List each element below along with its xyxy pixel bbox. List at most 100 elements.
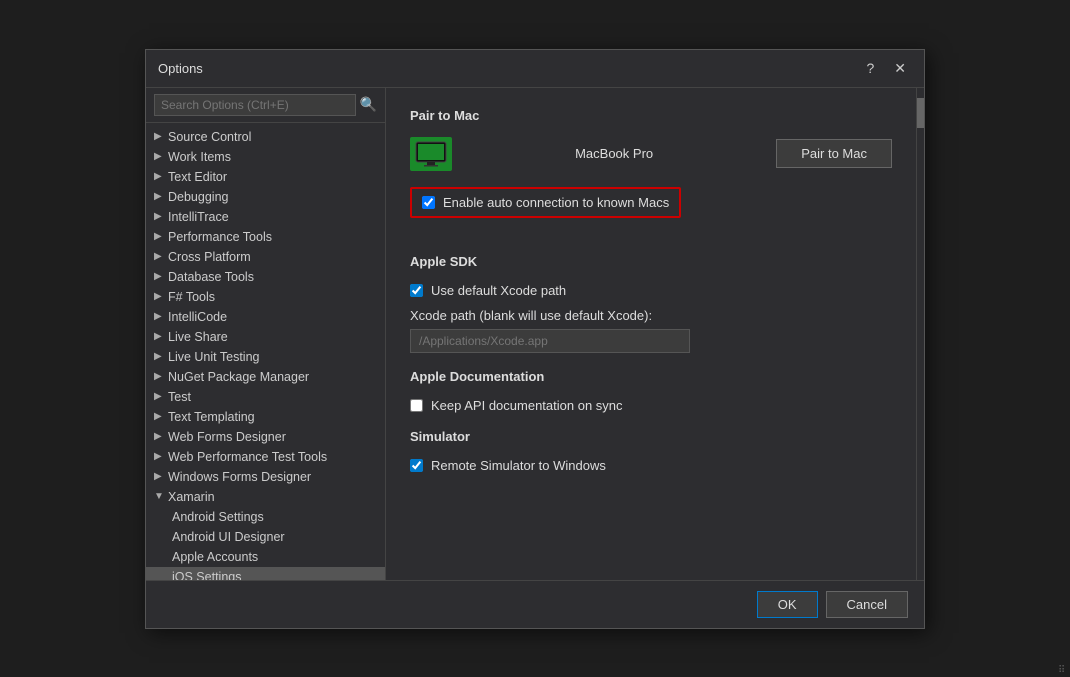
tree-arrow-icon: ▶ [154, 251, 164, 262]
sidebar-item-test[interactable]: ▶ Test [146, 387, 385, 407]
tree-arrow-icon: ▶ [154, 391, 164, 402]
tree-arrow-icon: ▶ [154, 311, 164, 322]
tree-arrow-icon: ▶ [154, 451, 164, 462]
tree-arrow-icon: ▶ [154, 271, 164, 282]
sidebar-item-text-editor[interactable]: ▶ Text Editor [146, 167, 385, 187]
search-bar: 🔍 [146, 88, 385, 123]
mac-name: MacBook Pro [468, 146, 760, 161]
pair-to-mac-button[interactable]: Pair to Mac [776, 139, 892, 168]
sidebar-item-label: Test [168, 390, 191, 404]
tree-arrow-icon: ▶ [154, 191, 164, 202]
sidebar-item-intellitrace[interactable]: ▶ IntelliTrace [146, 207, 385, 227]
scrollbar-thumb [917, 98, 924, 128]
sidebar-item-label: Xamarin [168, 490, 215, 504]
right-scrollbar[interactable] [916, 88, 924, 580]
sidebar-item-label: Cross Platform [168, 250, 251, 264]
sidebar-item-xamarin[interactable]: ▼ Xamarin [146, 487, 385, 507]
sidebar-item-label: Web Performance Test Tools [168, 450, 327, 464]
title-bar: Options ? ✕ [146, 50, 924, 88]
sidebar-item-web-performance-test-tools[interactable]: ▶ Web Performance Test Tools [146, 447, 385, 467]
title-bar-controls: ? ✕ [860, 58, 912, 79]
sidebar-item-live-share[interactable]: ▶ Live Share [146, 327, 385, 347]
sidebar-item-label: Work Items [168, 150, 231, 164]
resize-handle[interactable]: ⠿ [1058, 665, 1070, 677]
tree-arrow-icon: ▶ [154, 411, 164, 422]
cancel-button[interactable]: Cancel [826, 591, 908, 618]
sidebar-item-label: Text Templating [168, 410, 255, 424]
sidebar-item-ios-settings[interactable]: iOS Settings [146, 567, 385, 580]
sidebar-item-label: Performance Tools [168, 230, 272, 244]
sidebar-item-apple-accounts[interactable]: Apple Accounts [146, 547, 385, 567]
dialog-footer: OK Cancel ⠿ [146, 580, 924, 628]
sidebar-item-database-tools[interactable]: ▶ Database Tools [146, 267, 385, 287]
sidebar-item-label: iOS Settings [172, 570, 241, 580]
sidebar-item-label: Apple Accounts [172, 550, 258, 564]
tree-arrow-icon: ▶ [154, 231, 164, 242]
mac-row: MacBook Pro Pair to Mac [410, 137, 892, 171]
help-button[interactable]: ? [860, 58, 880, 78]
search-input[interactable] [154, 94, 356, 116]
ok-button[interactable]: OK [757, 591, 818, 618]
sidebar-item-android-ui-designer[interactable]: Android UI Designer [146, 527, 385, 547]
apple-docs-title: Apple Documentation [410, 369, 892, 384]
sidebar-item-android-settings[interactable]: Android Settings [146, 507, 385, 527]
sidebar-item-label: Text Editor [168, 170, 227, 184]
sidebar-item-label: IntelliCode [168, 310, 227, 324]
use-default-xcode-checkbox[interactable] [410, 284, 423, 297]
mac-icon [410, 137, 452, 171]
tree-arrow-icon: ▶ [154, 151, 164, 162]
pair-to-mac-title: Pair to Mac [410, 108, 892, 123]
tree-arrow-icon: ▶ [154, 371, 164, 382]
keep-api-docs-row: Keep API documentation on sync [410, 398, 892, 413]
sidebar-item-debugging[interactable]: ▶ Debugging [146, 187, 385, 207]
sidebar-item-web-forms-designer[interactable]: ▶ Web Forms Designer [146, 427, 385, 447]
sidebar-item-label: IntelliTrace [168, 210, 229, 224]
sidebar-item-f#-tools[interactable]: ▶ F# Tools [146, 287, 385, 307]
sidebar-item-cross-platform[interactable]: ▶ Cross Platform [146, 247, 385, 267]
content-area: Pair to Mac MacBook Pro Pair to Mac Enab… [386, 88, 916, 580]
sidebar-item-windows-forms-designer[interactable]: ▶Windows Forms Designer [146, 467, 385, 487]
tree-arrow-icon: ▶ [154, 171, 164, 182]
tree-arrow-icon: ▶ [154, 331, 164, 342]
close-button[interactable]: ✕ [888, 58, 912, 79]
xcode-path-label: Xcode path (blank will use default Xcode… [410, 308, 892, 323]
xcode-path-input[interactable] [410, 329, 690, 353]
tree-arrow-icon: ▶ [154, 351, 164, 362]
keep-api-docs-label[interactable]: Keep API documentation on sync [431, 398, 623, 413]
sidebar-item-work-items[interactable]: ▶ Work Items [146, 147, 385, 167]
auto-connect-label[interactable]: Enable auto connection to known Macs [443, 195, 669, 210]
tree-arrow-icon: ▶ [154, 211, 164, 222]
sidebar-item-source-control[interactable]: ▶Source Control [146, 127, 385, 147]
dialog-body: 🔍 ▶Source Control▶Work Items▶Text Editor… [146, 88, 924, 580]
tree-arrow-icon: ▼ [154, 491, 164, 502]
sidebar-item-label: F# Tools [168, 290, 215, 304]
sidebar-item-label: Android UI Designer [172, 530, 285, 544]
remote-sim-label[interactable]: Remote Simulator to Windows [431, 458, 606, 473]
sidebar-item-live-unit-testing[interactable]: ▶ Live Unit Testing [146, 347, 385, 367]
sidebar-item-label: Windows Forms Designer [168, 470, 311, 484]
simulator-title: Simulator [410, 429, 892, 444]
remote-sim-checkbox[interactable] [410, 459, 423, 472]
sidebar-item-label: Source Control [168, 130, 251, 144]
tree-list: ▶Source Control▶Work Items▶Text Editor▶D… [146, 123, 385, 580]
sidebar-item-label: Web Forms Designer [168, 430, 286, 444]
sidebar-item-label: Debugging [168, 190, 228, 204]
use-default-xcode-row: Use default Xcode path [410, 283, 892, 298]
sidebar-item-label: NuGet Package Manager [168, 370, 309, 384]
auto-connect-checkbox[interactable] [422, 196, 435, 209]
search-icon-button[interactable]: 🔍 [360, 96, 377, 113]
sidebar-item-text-templating[interactable]: ▶ Text Templating [146, 407, 385, 427]
tree-arrow-icon: ▶ [154, 431, 164, 442]
apple-sdk-title: Apple SDK [410, 254, 892, 269]
sidebar-item-label: Live Share [168, 330, 228, 344]
sidebar-item-nuget-package-manager[interactable]: ▶ NuGet Package Manager [146, 367, 385, 387]
sidebar-item-performance-tools[interactable]: ▶ Performance Tools [146, 227, 385, 247]
sidebar-item-label: Database Tools [168, 270, 254, 284]
tree-arrow-icon: ▶ [154, 291, 164, 302]
sidebar: 🔍 ▶Source Control▶Work Items▶Text Editor… [146, 88, 386, 580]
keep-api-docs-checkbox[interactable] [410, 399, 423, 412]
sidebar-item-label: Live Unit Testing [168, 350, 260, 364]
monitor-icon [414, 141, 448, 167]
sidebar-item-intellicode[interactable]: ▶ IntelliCode [146, 307, 385, 327]
use-default-xcode-label[interactable]: Use default Xcode path [431, 283, 566, 298]
